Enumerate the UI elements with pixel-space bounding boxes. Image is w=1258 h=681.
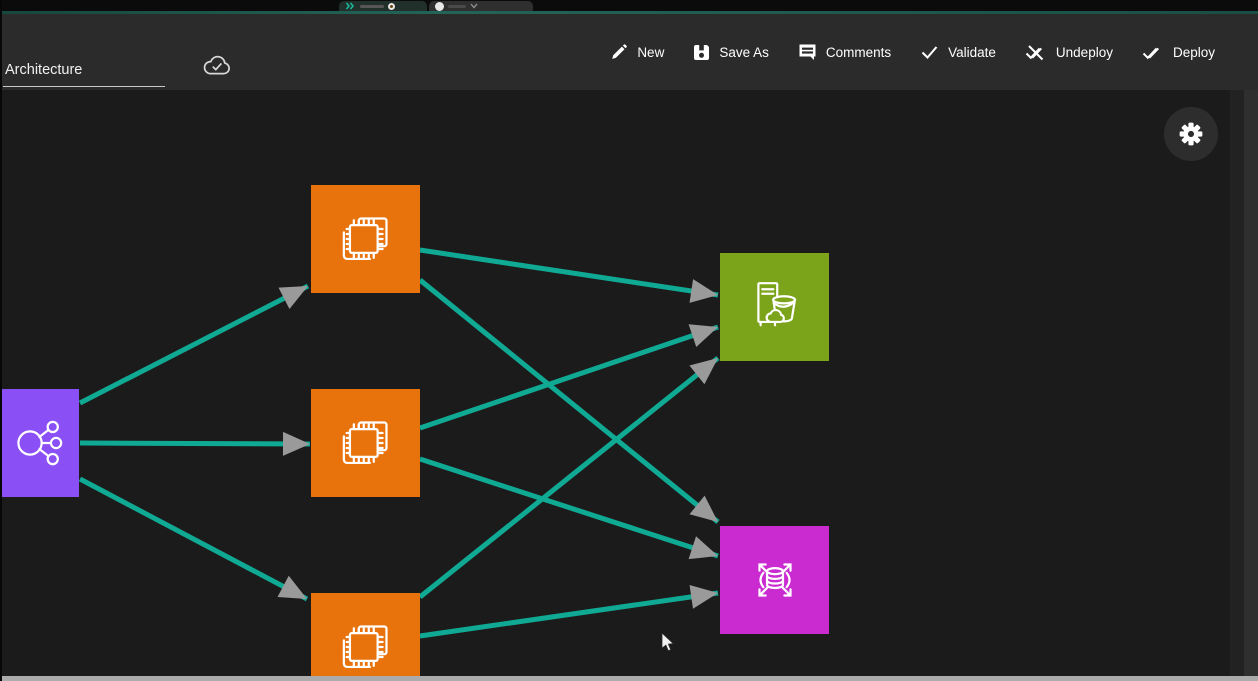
new-button[interactable]: New [610,43,664,61]
undeploy-button[interactable]: Undeploy [1025,44,1113,61]
compute-instances-icon [335,412,397,474]
edge-compute-3-to-storage[interactable] [420,358,718,597]
app-logo-icon [345,2,356,11]
node-compute-1[interactable] [311,185,420,293]
node-storage[interactable] [720,253,829,361]
database-scaling-icon [744,549,806,611]
double-checkmark-slash-icon [1025,44,1047,61]
tab-title-placeholder [448,5,466,8]
edge-compute-3-to-database[interactable] [420,593,718,636]
node-database[interactable] [720,526,829,634]
browser-tab-strip [0,0,1258,11]
comments-label: Comments [826,45,891,60]
diagram-canvas[interactable] [0,90,1230,676]
undeploy-label: Undeploy [1056,45,1113,60]
edge-compute-2-to-database[interactable] [420,459,718,556]
arrowhead-icon [689,316,722,347]
arrowhead-icon [279,275,314,309]
validate-button[interactable]: Validate [920,44,996,60]
chevron-down-icon [470,3,478,9]
canvas-settings-button[interactable] [1164,107,1218,161]
save-as-label: Save As [719,45,769,60]
deploy-button[interactable]: Deploy [1142,44,1215,61]
cloud-check-icon [202,53,232,80]
deploy-label: Deploy [1173,45,1215,60]
toolbar: New Save As Comments [610,14,1215,90]
speech-bubble-icon [798,43,817,61]
gear-icon [1178,121,1204,147]
edges-layer [0,90,1230,676]
node-load-balancer[interactable] [0,389,79,497]
edge-compute-2-to-storage[interactable] [420,327,718,428]
compute-instances-icon [335,208,397,270]
checkmark-icon [920,44,939,60]
app-window: New Save As Comments [0,0,1258,681]
tab-title-placeholder [360,5,384,8]
browser-tab-inactive[interactable] [429,1,533,11]
diagram-name-input[interactable] [3,58,165,87]
window-left-border [0,0,2,681]
save-as-button[interactable]: Save As [693,44,769,61]
validate-label: Validate [948,45,996,60]
right-panel-gutter [1244,90,1258,681]
edge-compute-1-to-database[interactable] [420,280,718,522]
edge-compute-1-to-storage[interactable] [420,250,718,295]
pencil-icon [610,43,628,61]
arrowhead-icon [278,576,313,610]
avatar-dot-icon [388,3,395,10]
new-label: New [637,45,664,60]
globe-icon [435,2,444,11]
comments-button[interactable]: Comments [798,43,891,61]
arrowhead-icon [283,432,310,456]
canvas-edge-gutter [1230,90,1244,676]
header-bar: New Save As Comments [0,14,1258,90]
edge-load-balancer-to-compute-3[interactable] [80,479,307,599]
double-checkmark-icon [1142,44,1164,61]
storage-server-bucket-icon [744,276,806,338]
browser-tab-active[interactable] [339,1,427,11]
edge-load-balancer-to-compute-2[interactable] [80,443,310,444]
node-compute-2[interactable] [311,389,420,497]
node-compute-3[interactable] [311,593,420,676]
arrowhead-icon [689,536,722,567]
edge-load-balancer-to-compute-1[interactable] [80,286,308,403]
compute-instances-icon [335,616,397,676]
floppy-disk-icon [693,44,710,61]
load-balancer-icon [9,412,71,474]
horizontal-scrollbar[interactable] [0,676,1258,681]
